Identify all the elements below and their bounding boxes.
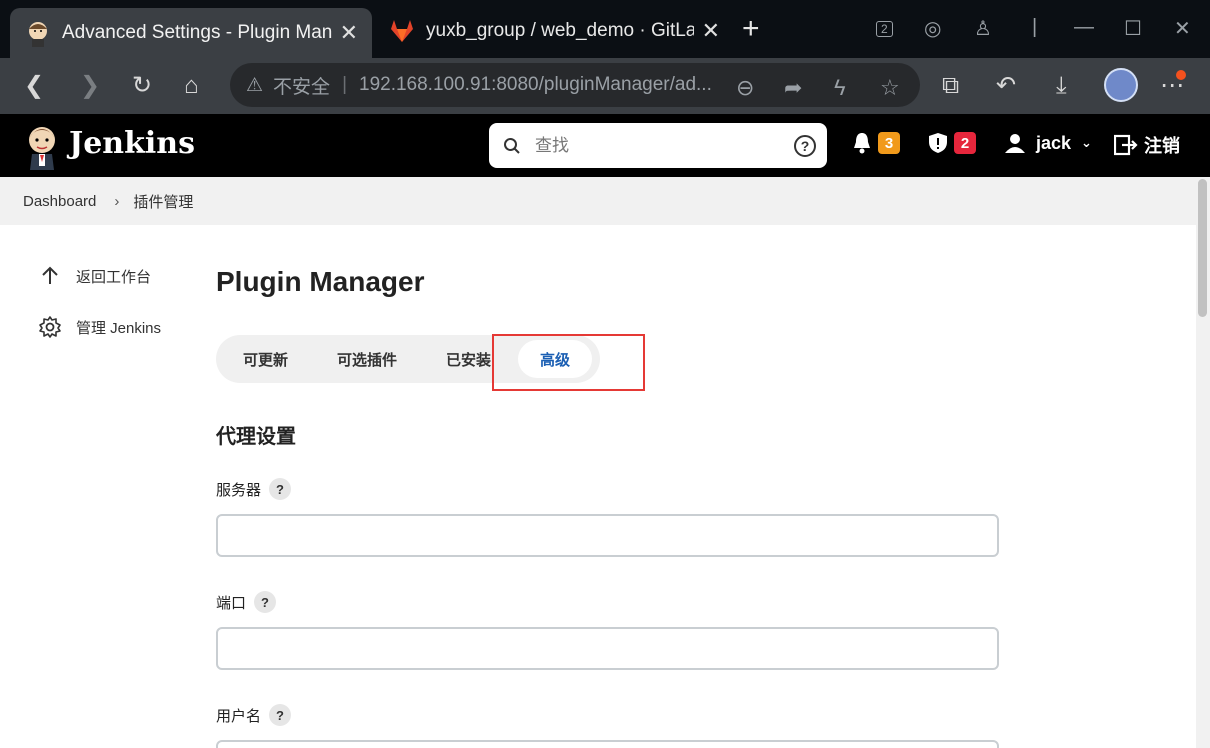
divider: | — [1032, 16, 1038, 38]
new-tab-button[interactable]: + — [742, 14, 760, 44]
server-input[interactable] — [216, 514, 999, 557]
user-icon — [1005, 134, 1025, 153]
scrollbar-thumb[interactable] — [1198, 179, 1207, 317]
help-icon[interactable]: ? — [269, 478, 292, 500]
username: jack — [1036, 132, 1072, 153]
extensions-icon[interactable]: ⧉ — [942, 72, 959, 100]
jenkins-title[interactable]: Jenkins — [69, 126, 195, 161]
jenkins-favicon-icon — [29, 22, 47, 47]
sidebar-item-label: 管理 Jenkins — [76, 319, 162, 337]
search-box: ? — [489, 123, 827, 168]
logout-button[interactable]: 注销 — [1114, 132, 1180, 158]
maximize-icon[interactable]: ☐ — [1124, 16, 1142, 41]
help-icon[interactable]: ? — [794, 135, 816, 157]
field-label-port: 端口 ? — [216, 591, 277, 613]
lightning-icon[interactable]: ϟ — [834, 75, 846, 101]
field-label-text: 用户名 — [216, 707, 262, 725]
chevron-down-icon: ⌄ — [1081, 135, 1092, 150]
home-icon[interactable]: ⌂ — [184, 72, 199, 100]
breadcrumb-plugin-manager[interactable]: 插件管理 — [133, 191, 193, 212]
address-bar[interactable]: ⚠ 不安全 | 192.168.100.91:8080/pluginManage… — [230, 63, 920, 107]
incognito-icon[interactable]: ◎ — [924, 16, 941, 41]
browser-toolbar: ❮ ❯ ↻ ⌂ ⚠ 不安全 | 192.168.100.91:8080/plug… — [0, 58, 1210, 114]
sidebar-item-label: 返回工作台 — [76, 268, 152, 286]
back-icon[interactable]: ❮ — [24, 72, 44, 100]
search-icon — [504, 137, 520, 154]
browser-tab-strip: Advanced Settings - Plugin Manager ✕ yux… — [0, 0, 1210, 58]
breadcrumb-dashboard[interactable]: Dashboard — [23, 193, 96, 210]
tab-installed[interactable]: 已安装 — [446, 335, 491, 383]
close-icon[interactable]: ✕ — [340, 20, 358, 46]
jenkins-logo[interactable] — [22, 122, 62, 170]
page-title: Plugin Manager — [216, 266, 425, 297]
chevron-right-icon: › — [114, 192, 120, 210]
field-label-server: 服务器 ? — [216, 478, 292, 500]
logout-label: 注销 — [1144, 136, 1180, 156]
search-input[interactable] — [535, 135, 775, 156]
shirt-icon[interactable]: ♙ — [974, 16, 992, 41]
jenkins-header: Jenkins ? 3 2 jack ⌄ 注销 — [0, 114, 1210, 177]
breadcrumb: Dashboard › 插件管理 — [0, 177, 1196, 225]
tab-title: yuxb_group / web_demo · GitLab — [426, 20, 694, 41]
zoom-icon[interactable]: ⊖ — [736, 75, 754, 101]
security-badge: 2 — [954, 132, 976, 154]
browser-tab-gitlab[interactable]: yuxb_group / web_demo · GitLab ✕ — [374, 8, 734, 54]
warning-icon: ⚠ — [246, 74, 264, 96]
field-label-username: 用户名 ? — [216, 704, 292, 726]
tab-available[interactable]: 可选插件 — [337, 335, 397, 383]
avatar[interactable] — [1104, 68, 1138, 109]
undo-icon[interactable]: ↶ — [996, 72, 1016, 100]
tab-updates[interactable]: 可更新 — [243, 335, 288, 383]
forward-icon[interactable]: ❯ — [80, 72, 100, 100]
sidebar-item-manage-jenkins[interactable]: 管理 Jenkins — [38, 315, 161, 339]
update-dot — [1176, 70, 1186, 80]
logout-icon — [1114, 134, 1138, 156]
browser-tab-active[interactable]: Advanced Settings - Plugin Manager ✕ — [10, 8, 372, 58]
highlight-annotation — [492, 334, 645, 391]
gear-icon — [39, 316, 61, 338]
star-icon[interactable]: ☆ — [880, 75, 900, 101]
sidebar-item-back-dashboard[interactable]: 返回工作台 — [38, 264, 151, 288]
tab-title: Advanced Settings - Plugin Manager — [62, 22, 332, 43]
field-label-text: 端口 — [216, 594, 247, 612]
download-icon[interactable]: ⤓ — [1056, 72, 1067, 100]
shield-icon — [929, 133, 947, 153]
scrollbar[interactable] — [1196, 177, 1210, 748]
window-close-icon[interactable]: ✕ — [1174, 16, 1191, 41]
tab-count-icon[interactable]: 2 — [876, 16, 893, 39]
reload-icon[interactable]: ↻ — [132, 72, 152, 100]
divider: | — [342, 74, 347, 95]
arrow-up-icon — [42, 266, 58, 284]
share-icon[interactable]: ➦ — [784, 75, 802, 101]
gitlab-favicon-icon — [391, 20, 413, 42]
security-label: 不安全 — [273, 76, 331, 98]
bell-icon — [854, 133, 870, 154]
help-icon[interactable]: ? — [269, 704, 292, 726]
notifications-button[interactable]: 3 — [852, 132, 900, 154]
notification-badge: 3 — [878, 132, 900, 154]
field-label-text: 服务器 — [216, 481, 262, 499]
port-input[interactable] — [216, 627, 999, 670]
url-text[interactable]: 192.168.100.91:8080/pluginManager/ad... — [359, 74, 712, 96]
close-icon[interactable]: ✕ — [702, 18, 720, 44]
security-button[interactable]: 2 — [928, 132, 976, 154]
username-input[interactable] — [216, 740, 999, 748]
help-icon[interactable]: ? — [254, 591, 277, 613]
section-title: 代理设置 — [216, 426, 296, 448]
user-menu[interactable]: jack ⌄ — [1004, 132, 1092, 154]
minimize-icon[interactable]: — — [1074, 16, 1094, 39]
